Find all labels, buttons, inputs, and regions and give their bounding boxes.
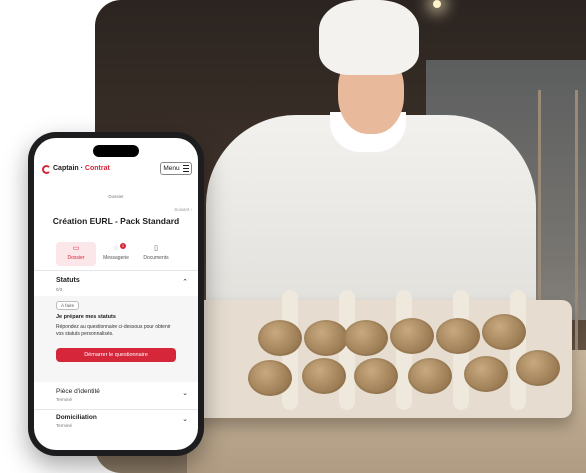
chevron-down-icon[interactable]: ⌄ [182,415,188,423]
divider [34,409,198,410]
chevron-down-icon[interactable]: ⌄ [182,389,188,397]
page-title: Création EURL - Pack Standard [52,216,180,226]
document-icon: ▯ [154,245,158,252]
logo-icon [42,165,51,174]
statuts-progress: 0/3 [56,287,63,292]
section-status: Terminé [56,397,73,402]
chevron-right-icon: › [190,207,193,212]
bread-loaf [302,358,346,394]
tab-dossier[interactable]: ▭ Dossier [56,242,96,266]
bread-loaf [248,360,292,396]
next-link[interactable]: Suivant › [174,207,192,212]
folder-icon: ▭ [72,245,80,252]
step-title: Je prépare mes statuts [56,314,116,320]
divider [34,270,198,271]
section-piece-identite[interactable]: Pièce d'identité [56,388,100,395]
ceiling-lamp [433,0,441,8]
statuts-title[interactable]: Statuts [56,277,80,284]
bread-loaf [408,358,452,394]
breadcrumb[interactable]: Dossier [34,194,198,199]
chat-icon: ◌ [113,245,119,252]
start-questionnaire-button[interactable]: Démarrer le questionnaire [56,348,176,362]
phone-screen: Captain · Contrat Menu Dossier Suivant ›… [34,138,198,450]
tab-documents[interactable]: ▯ Documents [136,242,176,266]
chef-hat [319,0,419,75]
bread-loaf [354,358,398,394]
hamburger-icon [182,165,189,172]
step-description: Répondez au questionnaire ci-dessous pou… [56,324,171,337]
bread-loaf [516,350,560,386]
statuts-panel: À faire Je prépare mes statuts Répondez … [34,296,198,382]
bread-loaf [482,314,526,350]
app-header: Captain · Contrat Menu [34,160,198,182]
phone-mockup: Captain · Contrat Menu Dossier Suivant ›… [28,132,204,456]
menu-button[interactable]: Menu [160,162,192,175]
app-logo[interactable]: Captain · Contrat [53,165,110,172]
bread-loaf [258,320,302,356]
bread-loaf [304,320,348,356]
bread-loaf [390,318,434,354]
chevron-up-icon[interactable]: ⌃ [182,278,188,286]
section-status: Terminé [56,423,73,428]
notification-badge: 1 [120,243,126,249]
dynamic-island [93,145,139,157]
tab-bar: ▭ Dossier ◌ 1 Messagerie ▯ Documents [40,242,192,268]
bread-loaf [436,318,480,354]
section-domiciliation[interactable]: Domiciliation [56,414,97,421]
cloth-fold [510,290,526,410]
tab-messagerie[interactable]: ◌ 1 Messagerie [96,242,136,266]
bread-loaf [344,320,388,356]
bread-tray [194,290,572,418]
bread-loaf [464,356,508,392]
status-badge: À faire [56,301,80,310]
